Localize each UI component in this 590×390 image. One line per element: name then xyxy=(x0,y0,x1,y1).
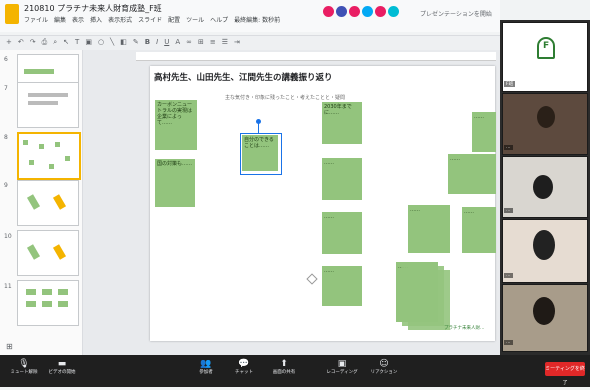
participant-name: F班 xyxy=(504,81,516,87)
slide-number: 6 xyxy=(4,56,8,63)
border-color-icon[interactable]: ✎ xyxy=(133,38,139,47)
slide-filmstrip: 6 7 8 9 10 11 ⊞ xyxy=(0,50,83,355)
select-icon[interactable]: ↖ xyxy=(63,38,69,47)
textbox-icon[interactable]: T xyxy=(75,38,79,47)
rotate-handle-knob[interactable] xyxy=(256,119,261,124)
redo-icon[interactable]: ↷ xyxy=(30,38,36,47)
avatar[interactable] xyxy=(336,6,347,17)
toolbar-icons: + ↶ ↷ ⎙ ⌕ ↖ T ▣ ○ ╲ ◧ ✎ B I U A ∞ ⊞ ≡ ☰ … xyxy=(6,38,240,47)
menu-help[interactable]: ヘルプ xyxy=(210,15,228,24)
slide-number: 8 xyxy=(4,134,8,141)
add-icon[interactable]: + xyxy=(6,38,12,47)
grid-view-icon[interactable]: ⊞ xyxy=(6,342,13,351)
zoom-icon[interactable]: ⌕ xyxy=(53,38,57,47)
sticky-note[interactable]: …… xyxy=(472,112,496,152)
sticky-note[interactable]: …… xyxy=(462,207,496,253)
record-icon: ▣ xyxy=(337,359,347,369)
chat-button[interactable]: 💬 チャット xyxy=(222,358,266,376)
comment-icon[interactable]: ⊞ xyxy=(198,38,204,47)
slide-number: 7 xyxy=(4,85,8,92)
participant-name: … xyxy=(504,340,513,345)
slide-number: 10 xyxy=(4,233,12,240)
video-tile[interactable] xyxy=(502,156,588,218)
slide-number: 9 xyxy=(4,182,8,189)
list-icon[interactable]: ☰ xyxy=(222,38,228,47)
image-icon[interactable]: ▣ xyxy=(85,38,92,47)
print-icon[interactable]: ⎙ xyxy=(42,38,48,47)
text-color-icon[interactable]: A xyxy=(175,38,180,47)
underline-icon[interactable]: U xyxy=(164,38,169,47)
sticky-note[interactable]: 2030年までに…… xyxy=(322,102,362,144)
menu-bar: ファイル 編集 表示 挿入 表示形式 スライド 配置 ツール ヘルプ 最終編集:… xyxy=(24,15,280,24)
video-tile[interactable] xyxy=(502,284,588,352)
menu-tools[interactable]: ツール xyxy=(186,15,204,24)
sticky-note[interactable]: …… xyxy=(322,158,362,200)
participant-name: … xyxy=(504,273,513,278)
collaborator-avatars xyxy=(323,6,399,17)
share-screen-button[interactable]: ⬆ 画面の共有 xyxy=(262,358,306,376)
horizontal-ruler xyxy=(136,52,496,61)
slide-thumbnail[interactable] xyxy=(17,280,79,326)
sticky-note-stack[interactable] xyxy=(408,270,450,330)
share-screen-icon: ⬆ xyxy=(280,359,288,369)
video-off-icon: ▬ xyxy=(57,359,67,369)
reaction-icon: ☺ xyxy=(379,359,389,369)
participant-name: … xyxy=(504,208,513,213)
sticky-note[interactable]: …… xyxy=(322,212,362,254)
sticky-note[interactable]: …… xyxy=(408,205,450,253)
last-edit-status[interactable]: 最終編集: 数秒前 xyxy=(234,15,280,24)
menu-file[interactable]: ファイル xyxy=(24,15,48,24)
link-icon[interactable]: ∞ xyxy=(186,38,192,47)
bold-icon[interactable]: B xyxy=(145,38,150,47)
sticky-note[interactable]: 国の対策も…… xyxy=(155,159,195,207)
sticky-note[interactable]: …… xyxy=(448,154,496,194)
brand-logo: プラチナ未来人財… xyxy=(444,326,485,331)
present-button[interactable]: プレゼンテーションを開始 xyxy=(420,9,492,18)
shape-icon[interactable]: ○ xyxy=(98,38,104,47)
menu-slide[interactable]: スライド xyxy=(138,15,162,24)
slide-thumbnail[interactable] xyxy=(17,230,79,276)
video-tile[interactable] xyxy=(502,219,588,283)
italic-icon[interactable]: I xyxy=(156,38,158,47)
menu-format[interactable]: 表示形式 xyxy=(108,15,132,24)
avatar[interactable] xyxy=(362,6,373,17)
menu-arrange[interactable]: 配置 xyxy=(168,15,180,24)
start-video-button[interactable]: ▬ ビデオの開始 xyxy=(40,358,84,376)
slide-thumbnail[interactable] xyxy=(17,180,79,226)
indent-icon[interactable]: ⇥ xyxy=(234,38,240,47)
fill-color-icon[interactable]: ◧ xyxy=(120,38,127,47)
sticky-note[interactable]: …… xyxy=(322,266,362,306)
slide-title[interactable]: 高村先生、山田先生、江間先生の講義振り返り xyxy=(154,71,333,83)
chat-icon: 💬 xyxy=(238,359,250,369)
avatar[interactable] xyxy=(375,6,386,17)
sticky-note[interactable]: カーボンニュートラルの実現は企業によって…… xyxy=(155,100,197,150)
slides-logo-icon[interactable] xyxy=(5,4,19,24)
end-meeting-button[interactable]: ミーティングを終了 xyxy=(545,362,585,386)
slide-thumbnail[interactable] xyxy=(17,82,79,128)
avatar[interactable] xyxy=(349,6,360,17)
slide-number: 11 xyxy=(4,283,12,290)
participant-name: … xyxy=(504,145,513,150)
menu-view[interactable]: 表示 xyxy=(72,15,84,24)
undo-icon[interactable]: ↶ xyxy=(18,38,24,47)
menu-insert[interactable]: 挿入 xyxy=(90,15,102,24)
align-icon[interactable]: ≡ xyxy=(210,38,216,47)
selection-box[interactable] xyxy=(240,133,282,175)
video-tile[interactable] xyxy=(502,93,588,155)
reactions-button[interactable]: ☺ リアクション xyxy=(362,358,406,376)
slide-thumbnail-selected[interactable] xyxy=(17,132,81,180)
menu-edit[interactable]: 編集 xyxy=(54,15,66,24)
line-icon[interactable]: ╲ xyxy=(110,38,114,47)
avatar[interactable] xyxy=(323,6,334,17)
avatar[interactable] xyxy=(388,6,399,17)
document-title[interactable]: 210810 プラチナ未来人財育成塾_F班 xyxy=(24,3,162,14)
record-button[interactable]: ▣ レコーディング xyxy=(320,358,364,376)
slide-subtitle[interactable]: 主な気付き・印象に残ったこと・考えたことと・疑問 xyxy=(225,94,345,101)
